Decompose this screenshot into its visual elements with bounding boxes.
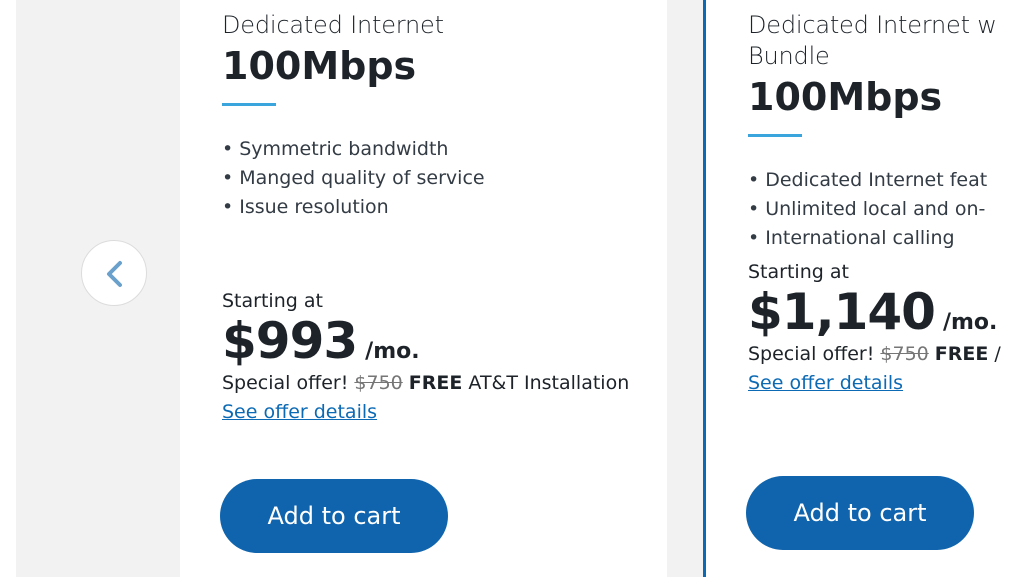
plan-card-dedicated-internet-bundle: Dedicated Internet w Bundle 100Mbps • Ded…: [703, 0, 1015, 577]
starting-at-label: Starting at: [748, 261, 849, 283]
plan-speed: 100Mbps: [222, 44, 417, 88]
feature-item: • International calling: [748, 227, 955, 249]
carousel-prev-button[interactable]: [81, 240, 147, 306]
plan-speed: 100Mbps: [748, 75, 943, 119]
plan-name: Dedicated Internet w: [748, 11, 997, 39]
plan-name-line2: Bundle: [748, 42, 830, 70]
price-value: $993: [222, 312, 358, 370]
free-label: FREE: [408, 372, 463, 394]
see-offer-details-link[interactable]: See offer details: [222, 397, 377, 427]
starting-at-label: Starting at: [222, 290, 323, 312]
price-period: /mo.: [942, 310, 998, 335]
special-offer-text: Special offer! $750 FREE AT&T Installati…: [222, 372, 630, 394]
free-label: FREE: [934, 343, 989, 365]
chevron-left-icon: [107, 261, 122, 287]
original-price: $750: [354, 372, 403, 394]
plans-carousel: Dedicated Internet 100Mbps • Symmetric ba…: [0, 0, 1015, 577]
price-period: /mo.: [365, 339, 420, 364]
plan-card-dedicated-internet: Dedicated Internet 100Mbps • Symmetric ba…: [180, 0, 667, 577]
feature-list: • Dedicated Internet feat • Unlimited loca…: [748, 166, 1001, 253]
card-gap: [667, 0, 703, 577]
feature-item: • Issue resolution: [222, 196, 389, 218]
accent-divider: [748, 134, 802, 137]
plan-name: Dedicated Internet: [222, 11, 444, 39]
feature-item: • Symmetric bandwidth: [222, 138, 449, 160]
price-row: $993/mo.: [222, 313, 629, 369]
price-row: $1,140/mo.: [748, 284, 1001, 340]
price-value: $1,140: [748, 283, 936, 341]
special-offer-text: Special offer! $750 FREE /: [748, 343, 1001, 365]
feature-item: • Manged quality of service: [222, 167, 485, 189]
add-to-cart-button[interactable]: Add to cart: [746, 476, 974, 550]
feature-item: • Unlimited local and on-: [748, 198, 986, 220]
accent-divider: [222, 103, 276, 106]
feature-list: • Symmetric bandwidth • Manged quality of …: [222, 135, 629, 222]
feature-item: • Dedicated Internet feat: [748, 169, 988, 191]
add-to-cart-button[interactable]: Add to cart: [220, 479, 448, 553]
plan-card-content: Dedicated Internet 100Mbps • Symmetric ba…: [222, 10, 629, 427]
see-offer-details-link[interactable]: See offer details: [748, 368, 903, 398]
plan-card-content: Dedicated Internet w Bundle 100Mbps • Ded…: [748, 10, 1001, 398]
original-price: $750: [880, 343, 929, 365]
